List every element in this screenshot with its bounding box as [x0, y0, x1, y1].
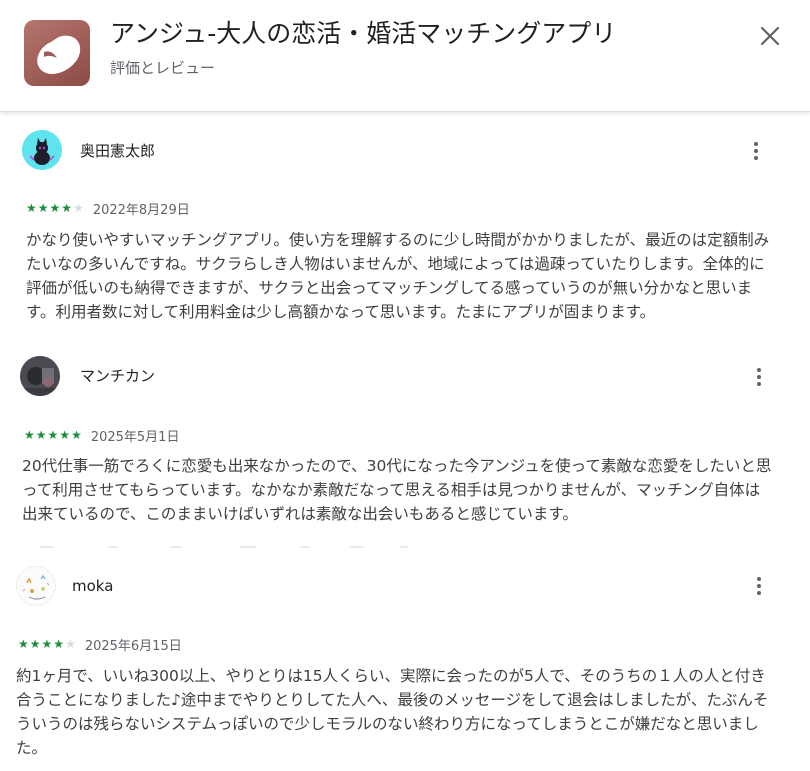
star-icon: ★: [24, 428, 35, 442]
rating-row: ★ ★ ★ ★ ★ 2025年6月15日: [18, 636, 182, 654]
star-icon: ★: [49, 201, 61, 215]
reviewer-name: 奥田憲太郎: [80, 142, 156, 160]
dialog-header: アンジュ-大人の恋活・婚活マッチングアプリ 評価とレビュー: [0, 0, 810, 112]
reviews-dialog: アンジュ-大人の恋活・婚活マッチングアプリ 評価とレビュー 奥田憲太郎 ★ ★ …: [0, 0, 810, 771]
star-icon: ★: [35, 428, 47, 442]
star-icon: ★: [65, 637, 76, 651]
close-button[interactable]: [752, 18, 788, 54]
more-options-button[interactable]: [745, 570, 773, 602]
star-rating: ★ ★ ★ ★ ★: [18, 637, 77, 651]
star-icon: ★: [53, 637, 65, 651]
star-icon: ★: [18, 637, 29, 651]
star-rating: ★ ★ ★ ★ ★: [26, 201, 85, 215]
review-date: 2022年8月29日: [92, 202, 190, 218]
star-icon: ★: [73, 201, 84, 215]
star-icon: ★: [26, 201, 37, 215]
review-text: 20代仕事一筋でろくに恋愛も出来なかったので、30代になった今アンジュを使って素…: [22, 457, 772, 523]
cat-avatar-icon: [22, 130, 62, 170]
app-icon: [24, 20, 90, 86]
review-date: 2025年5月1日: [90, 429, 180, 445]
review-text: かなり使いやすいマッチングアプリ。使い方を理解するのに少し時間がかかりましたが、…: [26, 231, 770, 321]
star-icon: ★: [29, 637, 41, 651]
doodle-avatar-icon: [16, 566, 56, 606]
star-icon: ★: [71, 428, 82, 442]
star-icon: ★: [41, 637, 53, 651]
app-title: アンジュ-大人の恋活・婚活マッチングアプリ: [110, 19, 617, 48]
rating-row: ★ ★ ★ ★ ★ 2025年5月1日: [24, 427, 180, 445]
divider: [0, 536, 810, 554]
page-subtitle: 評価とレビュー: [110, 59, 216, 77]
more-options-button[interactable]: [742, 135, 770, 167]
star-icon: ★: [59, 428, 71, 442]
star-icon: ★: [37, 201, 49, 215]
reviewer-name: マンチカン: [80, 367, 156, 385]
photo-avatar-icon: [20, 356, 60, 396]
star-rating: ★ ★ ★ ★ ★: [24, 428, 83, 442]
star-icon: ★: [61, 201, 73, 215]
more-options-button[interactable]: [745, 361, 773, 393]
review-date: 2025年6月15日: [84, 638, 182, 654]
close-icon: [760, 26, 780, 46]
reviewer-name: moka: [72, 577, 114, 595]
review-text: 約1ヶ月で、いいね300以上、やりとりは15人くらい、実際に会ったのが5人で、そ…: [16, 667, 769, 757]
star-icon: ★: [47, 428, 59, 442]
rating-row: ★ ★ ★ ★ ★ 2022年8月29日: [26, 200, 190, 218]
